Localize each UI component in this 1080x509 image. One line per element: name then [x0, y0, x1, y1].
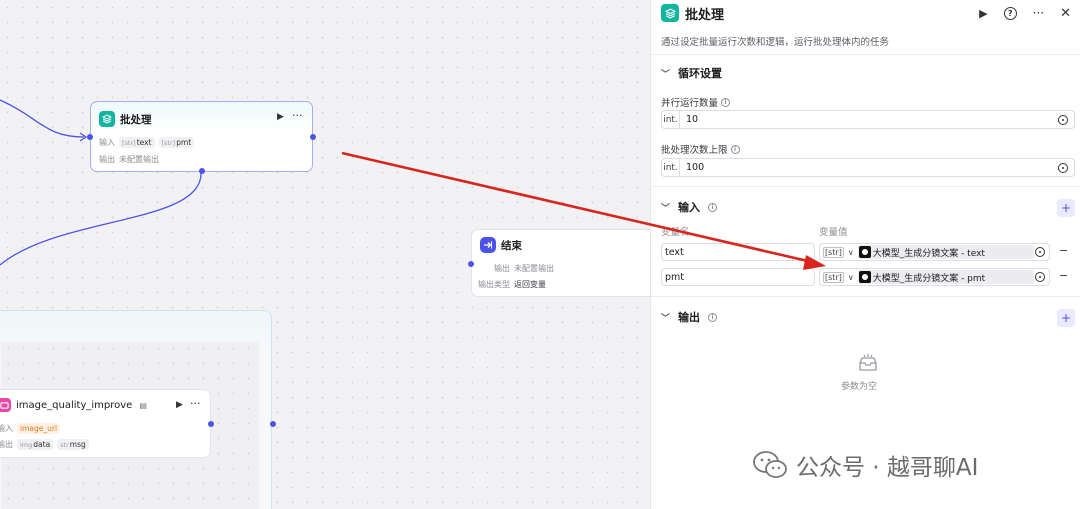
- plugin-out-port[interactable]: [208, 421, 214, 427]
- max-label: 批处理次数上限 i: [651, 142, 740, 156]
- output-section-title: 输出: [678, 311, 701, 324]
- llm-icon: [858, 246, 871, 258]
- batch-input-row: 输入 [str] text [str] pmt: [99, 137, 195, 148]
- var-name-input[interactable]: text: [661, 243, 815, 261]
- chevron-down-icon: ﹀: [661, 313, 671, 324]
- run-icon[interactable]: ▶: [176, 400, 183, 410]
- var-name-input[interactable]: pmt: [661, 268, 815, 286]
- batch-icon: [99, 111, 115, 127]
- setting-icon[interactable]: [1035, 247, 1045, 257]
- input-chip-pmt: [str] pmt: [158, 137, 195, 148]
- wechat-icon: [752, 450, 788, 480]
- type-tag: [str]: [823, 271, 844, 283]
- output-chip-msg: str msg: [57, 439, 89, 450]
- parallel-count-input[interactable]: int. 10: [661, 110, 1075, 129]
- max-count-input[interactable]: int. 100: [661, 158, 1075, 177]
- batch-icon: [661, 4, 679, 22]
- plugin-input-row: 输入 image_url: [0, 423, 61, 434]
- add-input-button[interactable]: +: [1057, 199, 1075, 217]
- stepper-icon[interactable]: [1058, 114, 1068, 125]
- output-label: 输出: [99, 155, 115, 164]
- watermark-text: 公众号 · 越哥聊AI: [796, 455, 979, 481]
- parallel-label: 并行运行数量 i: [651, 95, 731, 109]
- body-out-port[interactable]: [270, 421, 276, 427]
- parallel-value: 10: [686, 114, 699, 125]
- end-in-port[interactable]: [468, 261, 474, 267]
- batch-output-row: 输出 未配置输出: [99, 154, 159, 165]
- end-output-type-row: 输出类型 返回变量: [478, 279, 546, 290]
- int-type-label: int.: [662, 111, 680, 128]
- add-output-button[interactable]: +: [1057, 309, 1075, 327]
- info-icon: i: [721, 97, 731, 107]
- close-icon[interactable]: ✕: [1060, 6, 1071, 21]
- chevron-down-icon: ﹀: [661, 69, 671, 80]
- end-output-row: 输出 未配置输出: [494, 263, 554, 274]
- more-icon[interactable]: ···: [1033, 6, 1044, 20]
- panel-description: 通过设定批量运行次数和逻辑，运行批处理体内的任务: [661, 37, 890, 48]
- input-chip-text: [str] text: [119, 137, 155, 148]
- empty-box-icon: [859, 354, 877, 371]
- batch-out-port[interactable]: [310, 134, 316, 140]
- batch-body-port[interactable]: [199, 168, 205, 174]
- chevron-down-icon: ﹀: [661, 203, 671, 214]
- stepper-icon[interactable]: [1058, 162, 1068, 173]
- end-node[interactable]: 结束 输出 未配置输出 输出类型 返回变量: [468, 229, 650, 297]
- output-type-value: 返回变量: [514, 280, 546, 289]
- output-label: 输出: [494, 264, 510, 273]
- ref-value: 大模型_生成分镜文案 - text: [857, 245, 1034, 259]
- remove-row-button[interactable]: −: [1059, 269, 1068, 282]
- col-name-label: 变量名: [661, 227, 690, 238]
- output-value: 未配置输出: [514, 264, 554, 273]
- plugin-doc-icon: ▤: [139, 400, 147, 410]
- more-icon[interactable]: ···: [292, 109, 303, 122]
- max-value: 100: [686, 162, 705, 173]
- output-chip-data: img data: [17, 439, 54, 450]
- type-tag: [str]: [823, 246, 844, 258]
- batch-node-title: 批处理: [120, 113, 152, 126]
- output-type-label: 输出类型: [478, 280, 510, 289]
- plugin-output-row: 输出 img data str msg: [0, 439, 89, 450]
- batch-node[interactable]: 批处理 ▶ ··· 输入 [str] text [str] pmt 输出 未配置输出: [87, 101, 316, 174]
- input-label: 输入: [0, 424, 13, 433]
- empty-text: 参数为空: [841, 382, 878, 392]
- run-icon[interactable]: ▶: [979, 7, 987, 20]
- batch-in-port[interactable]: [87, 134, 93, 140]
- setting-icon[interactable]: [1035, 272, 1045, 282]
- more-icon[interactable]: ···: [190, 397, 201, 410]
- remove-row-button[interactable]: −: [1059, 244, 1068, 257]
- var-value-ref[interactable]: [str] ∨ 大模型_生成分镜文案 - text: [819, 243, 1050, 261]
- output-label: 输出: [0, 440, 13, 449]
- help-icon[interactable]: ?: [1003, 6, 1017, 20]
- run-icon[interactable]: ▶: [277, 112, 284, 122]
- loop-section-title: 循环设置: [678, 67, 723, 80]
- llm-icon: [858, 271, 871, 283]
- end-icon: [480, 237, 496, 253]
- plugin-node-title: image_quality_improve: [16, 399, 133, 411]
- chevron-down-icon[interactable]: ∨: [848, 273, 854, 282]
- info-icon: i: [708, 312, 718, 322]
- var-value-ref[interactable]: [str] ∨ 大模型_生成分镜文案 - pmt: [819, 268, 1050, 286]
- output-value: 未配置输出: [119, 155, 159, 164]
- input-chip-image-url: image_url: [17, 423, 61, 434]
- input-section-title: 输入: [678, 201, 701, 214]
- chevron-down-icon[interactable]: ∨: [848, 248, 854, 257]
- input-label: 输入: [99, 138, 115, 147]
- input-section-header[interactable]: ﹀ 输入 i: [651, 197, 727, 217]
- info-icon: i: [730, 144, 740, 154]
- output-section-header[interactable]: ﹀ 输出 i: [651, 307, 727, 327]
- panel-title: 批处理: [685, 7, 725, 23]
- workflow-canvas[interactable]: 批处理 ▶ ··· 输入 [str] text [str] pmt 输出 未配置输出…: [0, 0, 650, 509]
- end-node-title: 结束: [501, 239, 522, 252]
- plugin-icon: [0, 398, 11, 412]
- watermark: 公众号 · 越哥聊AI: [752, 448, 978, 482]
- ref-value: 大模型_生成分镜文案 - pmt: [857, 270, 1034, 284]
- col-value-label: 变量值: [819, 227, 848, 238]
- loop-section-header[interactable]: ﹀ 循环设置: [651, 63, 732, 83]
- batch-settings-panel: 批处理 ▶ ? ··· ✕ 通过设定批量运行次数和逻辑，运行批处理体内的任务 ﹀…: [650, 0, 1080, 509]
- info-icon: i: [708, 202, 718, 212]
- int-type-label: int.: [662, 159, 680, 176]
- plugin-node[interactable]: image_quality_improve ▤ ▶ ··· 输入 image_u…: [0, 389, 214, 458]
